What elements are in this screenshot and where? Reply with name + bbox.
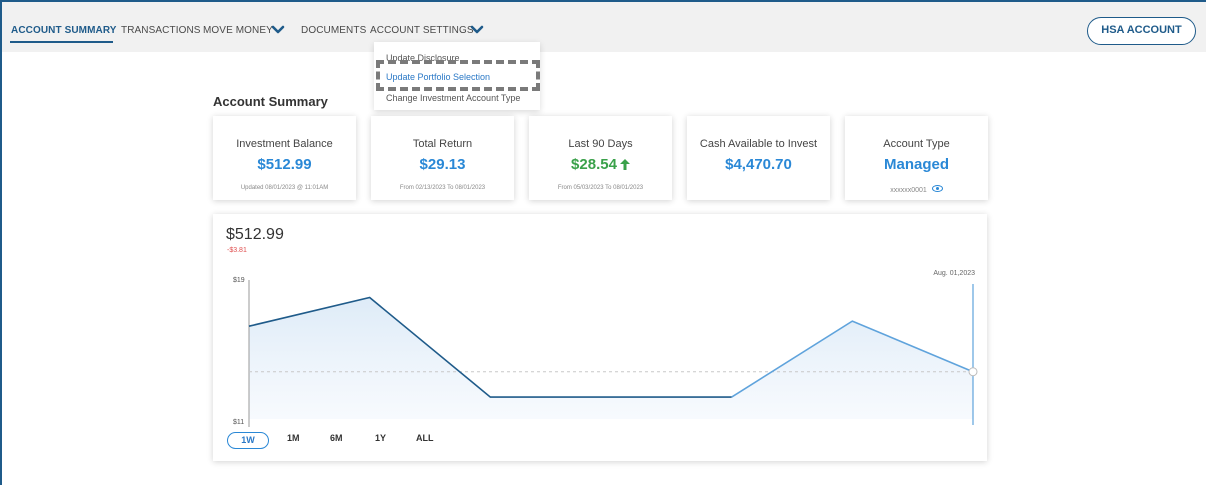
highlight-dashed-box <box>376 60 540 91</box>
card-label: Investment Balance <box>236 138 333 150</box>
card-label: Cash Available to Invest <box>699 138 818 150</box>
card-label: Total Return <box>412 138 473 150</box>
balance-chart[interactable]: $19 $11 <box>213 214 987 461</box>
range-tab-1y[interactable]: 1Y <box>375 433 386 443</box>
card-label: Last 90 Days <box>568 138 633 150</box>
y-tick-label: $11 <box>233 419 244 426</box>
card-value: Managed <box>883 156 949 173</box>
card-last-90-days: Last 90 Days $28.54 From 05/03/2023 To 0… <box>529 116 672 200</box>
card-value-wrap: $28.54 <box>529 156 672 173</box>
nav-transactions[interactable]: TRANSACTIONS <box>121 25 201 36</box>
range-tab-all[interactable]: ALL <box>416 433 434 443</box>
card-label: Account Type <box>883 138 950 150</box>
account-number: xxxxxx0001 <box>890 187 927 194</box>
y-tick-label: $19 <box>233 277 245 284</box>
active-nav-underline <box>10 41 113 43</box>
nav-documents[interactable]: DOCUMENTS <box>301 25 366 36</box>
card-total-return: Total Return $29.13 From 02/13/2023 To 0… <box>371 116 514 200</box>
menu-item-change-account-type[interactable]: Change Investment Account Type <box>386 93 520 103</box>
chevron-down-icon[interactable] <box>271 24 285 36</box>
card-investment-balance: Investment Balance $512.99 Updated 08/01… <box>213 116 356 200</box>
card-account-type: Account Type Managed xxxxxx0001 <box>845 116 988 200</box>
range-tab-1w[interactable]: 1W <box>227 432 269 449</box>
card-sub: Updated 08/01/2023 @ 11:01AM <box>240 185 329 191</box>
nav-account-summary[interactable]: ACCOUNT SUMMARY <box>11 25 117 36</box>
card-sub: From 05/03/2023 To 08/01/2023 <box>557 185 644 191</box>
card-value: $29.13 <box>419 156 466 173</box>
nav-account-settings[interactable]: ACCOUNT SETTINGS <box>370 25 474 36</box>
card-cash-available: Cash Available to Invest $4,470.70 <box>687 116 830 200</box>
balance-chart-card: $512.99 -$3.81 Aug. 01,2023 $19 $11 1W 1M… <box>213 214 987 461</box>
card-value: $28.54 <box>571 156 617 173</box>
eye-icon[interactable] <box>931 185 943 192</box>
card-value: $4,470.70 <box>725 156 792 173</box>
account-number-wrap: xxxxxx0001 <box>845 185 988 194</box>
nav-move-money[interactable]: MOVE MONEY <box>203 25 273 36</box>
range-tab-1m[interactable]: 1M <box>287 433 300 443</box>
hsa-account-button[interactable]: HSA ACCOUNT <box>1087 17 1196 45</box>
range-tab-6m[interactable]: 6M <box>330 433 343 443</box>
arrow-up-icon <box>619 159 630 170</box>
hover-marker <box>968 367 978 377</box>
chart-area-fill <box>249 297 973 419</box>
page-title: Account Summary <box>213 94 328 109</box>
top-nav: ACCOUNT SUMMARY TRANSACTIONS MOVE MONEY … <box>2 2 1206 52</box>
card-sub: From 02/13/2023 To 08/01/2023 <box>399 185 486 191</box>
card-value: $512.99 <box>257 156 312 173</box>
chevron-down-icon[interactable] <box>470 24 484 36</box>
